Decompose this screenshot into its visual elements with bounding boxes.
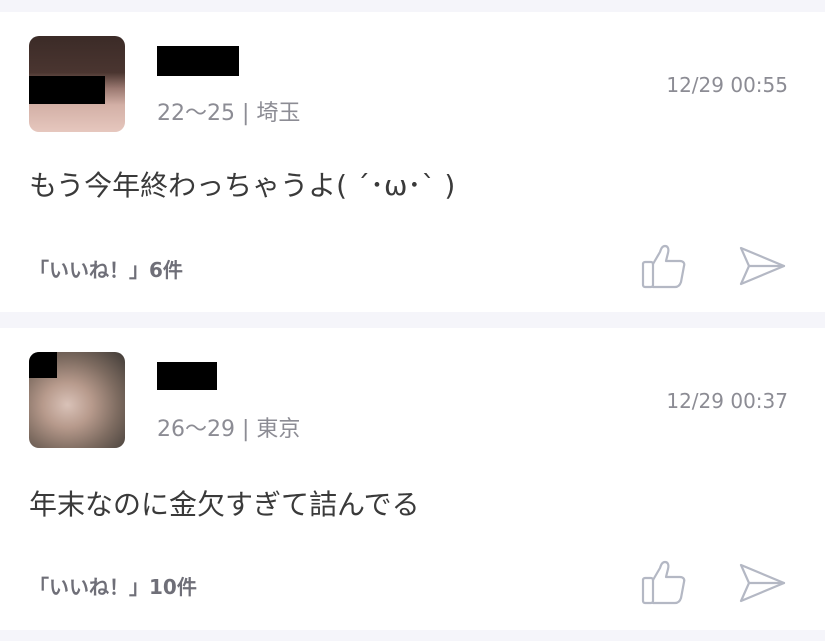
share-button[interactable] bbox=[737, 561, 787, 605]
thumbs-up-icon bbox=[641, 560, 686, 605]
user-meta: 22〜25 | 埼玉 bbox=[157, 101, 301, 126]
avatar[interactable] bbox=[29, 36, 125, 132]
share-button[interactable] bbox=[737, 244, 787, 288]
redaction-block bbox=[29, 352, 57, 378]
user-meta: 26〜29 | 東京 bbox=[157, 417, 301, 442]
likes-count[interactable]: 「いいね！」10件 bbox=[29, 571, 197, 600]
likes-count[interactable]: 「いいね！」6件 bbox=[29, 254, 183, 283]
post-card: 22〜25 | 埼玉 12/29 00:55 もう今年終わっちゃうよ( ´･ω･… bbox=[0, 12, 825, 312]
redacted-username[interactable] bbox=[157, 46, 239, 76]
like-button[interactable] bbox=[640, 242, 688, 290]
thumbs-up-icon bbox=[641, 244, 686, 289]
post-card: 26〜29 | 東京 12/29 00:37 年末なのに金欠すぎて詰んでる 「い… bbox=[0, 328, 825, 630]
post-body: 年末なのに金欠すぎて詰んでる bbox=[29, 488, 420, 521]
send-icon bbox=[739, 246, 786, 286]
send-icon bbox=[739, 563, 786, 603]
redacted-username[interactable] bbox=[157, 362, 217, 390]
post-body: もう今年終わっちゃうよ( ´･ω･` ) bbox=[29, 169, 456, 202]
like-button[interactable] bbox=[640, 558, 688, 606]
avatar[interactable] bbox=[29, 352, 125, 448]
post-timestamp: 12/29 00:55 bbox=[666, 73, 788, 97]
post-timestamp: 12/29 00:37 bbox=[666, 389, 788, 413]
redaction-block bbox=[29, 76, 105, 104]
